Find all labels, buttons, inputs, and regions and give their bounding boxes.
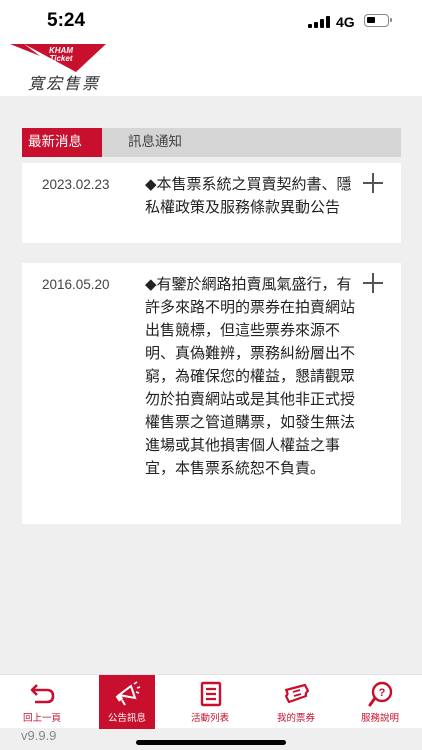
nav-label: 公告訊息: [107, 713, 146, 724]
expand-plus-icon[interactable]: [363, 173, 383, 193]
nav-announcements-button[interactable]: 公告訊息: [99, 675, 155, 729]
battery-icon: [364, 14, 392, 27]
news-date: 2023.02.23: [42, 177, 110, 192]
app-header: KHAM Ticket 寬宏售票: [0, 42, 422, 96]
nav-label: 服務說明: [360, 713, 399, 724]
back-arrow-icon: [30, 684, 55, 704]
help-icon: ?: [368, 681, 393, 707]
tab-notifications[interactable]: 訊息通知: [102, 128, 188, 157]
signal-icon: [308, 16, 330, 28]
tab-latest-news[interactable]: 最新消息: [22, 128, 102, 157]
nav-events-button[interactable]: 活動列表: [180, 675, 240, 729]
nav-back-button[interactable]: 回上一頁: [12, 675, 72, 729]
news-text: ◆有鑒於網路拍賣風氣盛行，有許多來路不明的票券在拍賣網站出售競標，但這些票券來源…: [145, 275, 356, 477]
version-label: v9.9.9: [21, 728, 57, 743]
status-bar: 5:24 4G: [0, 0, 422, 42]
nav-my-tickets-button[interactable]: 我的票券: [266, 675, 326, 729]
nav-label: 我的票券: [276, 713, 315, 724]
list-icon: [200, 681, 222, 707]
ticket-icon: [284, 683, 310, 704]
brand-title: 寬宏售票: [28, 74, 101, 93]
news-text: ◆本售票系統之買賣契約書、隱私權政策及服務條款異動公告: [145, 175, 352, 216]
megaphone-icon: [115, 681, 141, 706]
nav-label: 回上一頁: [22, 713, 61, 724]
expand-plus-icon[interactable]: [363, 273, 383, 293]
svg-text:?: ?: [379, 687, 386, 699]
news-card[interactable]: 2023.02.23 ◆本售票系統之買賣契約書、隱私權政策及服務條款異動公告: [22, 163, 401, 243]
news-date: 2016.05.20: [42, 277, 110, 292]
news-tabs: 最新消息 訊息通知: [22, 128, 401, 157]
status-time: 5:24: [47, 10, 86, 31]
network-type: 4G: [336, 14, 355, 30]
bottom-nav: 回上一頁 公告訊息 活動列表 我的票券 ? 服務說明: [0, 674, 422, 729]
nav-label: 活動列表: [190, 713, 229, 724]
news-card[interactable]: 2016.05.20 ◆有鑒於網路拍賣風氣盛行，有許多來路不明的票券在拍賣網站出…: [22, 263, 401, 524]
home-indicator[interactable]: [136, 740, 286, 745]
nav-help-button[interactable]: ? 服務說明: [350, 675, 410, 729]
